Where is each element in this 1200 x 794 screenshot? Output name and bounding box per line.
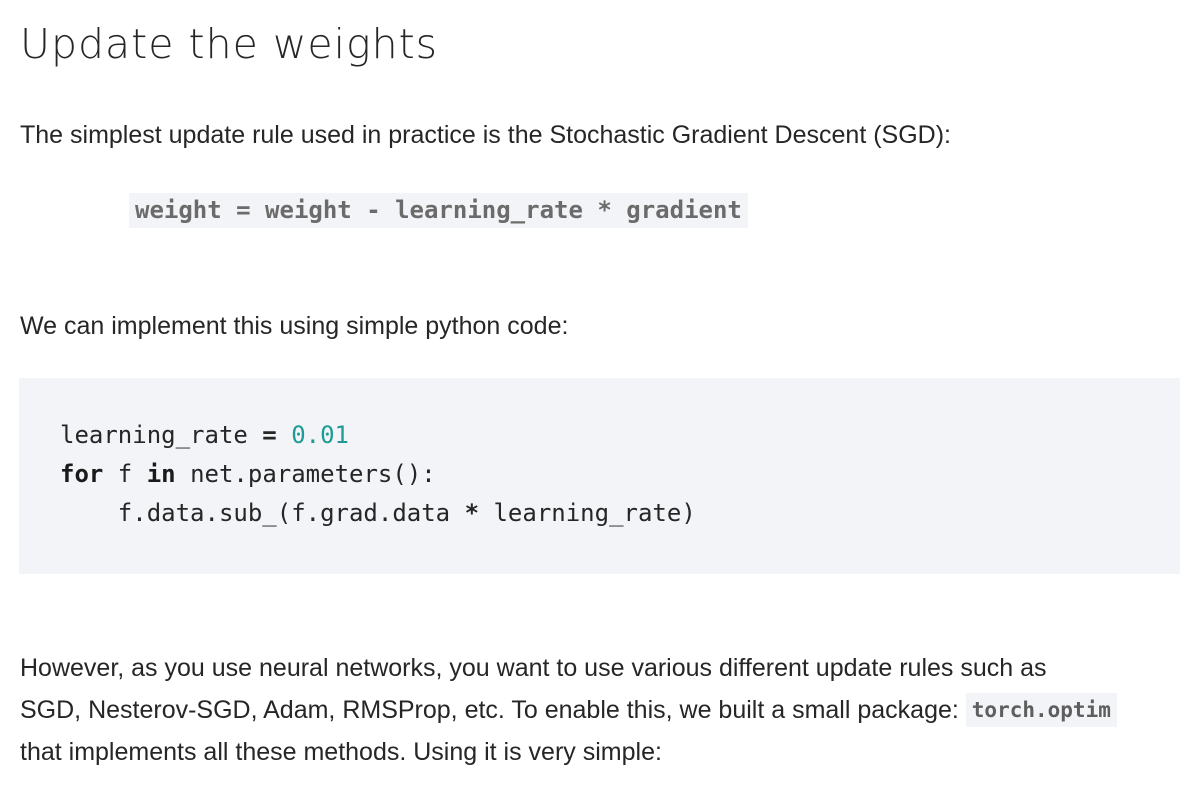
outro-paragraph: However, as you use neural networks, you… (20, 647, 1117, 773)
code-token-call-end: learning_rate) (479, 499, 696, 527)
code-token-call: net.parameters(): (175, 460, 436, 488)
code-keyword-for: for (60, 460, 104, 488)
code-token-indent (60, 499, 118, 527)
code-line-1: learning_rate = 0.01 (60, 416, 1180, 455)
code-token-var: learning_rate (60, 421, 263, 449)
code-line-2: for f in net.parameters(): (60, 455, 1180, 494)
inline-code-package: torch.optim (965, 693, 1117, 727)
code-block: learning_rate = 0.01 for f in net.parame… (19, 378, 1180, 574)
code-token-operator: = (262, 421, 277, 449)
formula-code: weight = weight - learning_rate * gradie… (129, 193, 748, 228)
code-token-call-start: f.data.sub_(f.grad.data (117, 499, 465, 527)
python-intro-paragraph: We can implement this using simple pytho… (20, 312, 569, 340)
code-keyword-in: in (146, 460, 176, 488)
outro-line-1: However, as you use neural networks, you… (20, 654, 1047, 682)
outro-line-2: SGD, Nesterov-SGD, Adam, RMSProp, etc. T… (20, 696, 966, 724)
code-token-multiply: * (464, 499, 480, 527)
code-token-iter-var: f (103, 460, 147, 488)
intro-paragraph: The simplest update rule used in practic… (20, 121, 951, 149)
code-token-number: 0.01 (291, 421, 349, 449)
outro-line-3: that implements all these methods. Using… (20, 738, 662, 766)
code-line-3: f.data.sub_(f.grad.data * learning_rate) (60, 494, 1180, 533)
section-heading: Update the weights (20, 20, 439, 68)
